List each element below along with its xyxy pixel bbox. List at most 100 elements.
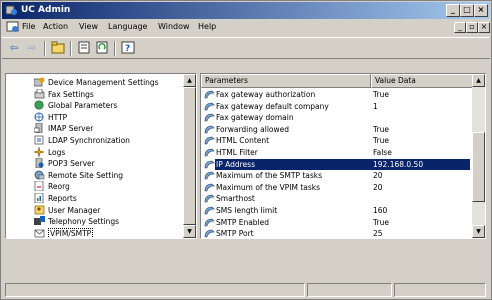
parameter-name: Maximum of the VPIM tasks: [216, 182, 321, 192]
tree-item[interactable]: User Manager: [34, 205, 100, 216]
refresh-icon[interactable]: [94, 41, 110, 56]
toolbar-separator: [114, 41, 116, 56]
reorg-icon: [34, 181, 44, 192]
parameter-value: True: [373, 136, 389, 146]
tree-item[interactable]: Logs: [34, 146, 65, 158]
tree-item-label: Reports: [48, 194, 77, 203]
table-row[interactable]: IP Address 192.168.0.50: [201, 158, 473, 170]
properties-icon[interactable]: [76, 41, 92, 56]
up-folder-icon[interactable]: [50, 41, 66, 56]
parameter-icon: [204, 183, 215, 192]
tree-item[interactable]: POP3 Server: [34, 158, 95, 169]
parameter-icon: [204, 90, 215, 99]
parameter-name: Fax gateway authorization: [216, 90, 316, 99]
parameter-value: 160: [373, 206, 388, 215]
status-bar: [5, 283, 486, 297]
child-minimize-button[interactable]: _: [454, 22, 466, 33]
menu-window[interactable]: Window: [158, 22, 190, 31]
scroll-up-button[interactable]: ▲: [183, 74, 196, 87]
title-bar[interactable]: UC Admin _ □ ×: [2, 2, 490, 19]
child-restore-button[interactable]: ▫: [466, 22, 478, 33]
table-row[interactable]: HTML Content True: [201, 135, 473, 146]
tree-item[interactable]: Reports: [34, 193, 77, 204]
tree-item[interactable]: Device Management Settings: [34, 77, 159, 88]
parameter-name: HTML Content: [216, 136, 270, 146]
console-icon: [6, 21, 19, 32]
http-icon: [34, 112, 44, 122]
column-header-value-data[interactable]: Value Data: [371, 74, 473, 88]
tree-item-label: POP3 Server: [48, 159, 95, 169]
tree-item[interactable]: HTTP: [34, 112, 67, 123]
svg-text:?: ?: [125, 44, 130, 54]
maximize-button[interactable]: □: [460, 4, 474, 17]
table-row[interactable]: Maximum of the SMTP tasks 20: [201, 170, 473, 181]
tree-item[interactable]: Fax Settings: [34, 88, 94, 100]
parameter-value: False: [373, 148, 392, 157]
tree-scrollbar[interactable]: ▲ ▼: [183, 74, 196, 238]
back-arrow-icon[interactable]: ⇦: [6, 41, 22, 56]
menu-bar: File Action View Language Window Help _ …: [2, 20, 490, 36]
parameter-value: 192.168.0.50: [373, 159, 424, 169]
reports-icon: [34, 193, 44, 203]
scroll-thumb[interactable]: [183, 87, 196, 225]
app-icon: [5, 5, 17, 15]
parameter-name: Fax gateway domain: [216, 113, 294, 123]
menu-file[interactable]: File: [22, 22, 35, 31]
scroll-down-button[interactable]: ▼: [472, 225, 485, 238]
tree-item[interactable]: LDAP Synchronization: [34, 135, 130, 146]
fax-icon: [34, 88, 45, 98]
table-row[interactable]: SMTP Port 25: [201, 228, 473, 238]
forward-arrow-icon[interactable]: ⇨: [24, 41, 40, 56]
table-row[interactable]: Maximum of the VPIM tasks 20: [201, 182, 473, 193]
tree-item-label: LDAP Synchronization: [48, 136, 130, 145]
tree-item[interactable]: Reorg: [34, 181, 70, 192]
table-row[interactable]: Fax gateway default company 1: [201, 101, 473, 112]
tree-item-label: Reorg: [48, 182, 70, 192]
scroll-thumb[interactable]: [472, 132, 485, 202]
close-button[interactable]: ×: [474, 4, 488, 17]
column-header-parameters[interactable]: Parameters: [201, 74, 371, 88]
table-row[interactable]: Smarthost: [201, 193, 473, 204]
status-cell: [394, 283, 486, 297]
globe-icon: [34, 100, 44, 110]
table-row[interactable]: SMS length limit 160: [201, 205, 473, 216]
tree-item[interactable]: Global Parameters: [34, 100, 117, 111]
scroll-down-button[interactable]: ▼: [183, 225, 196, 238]
parameter-icon: [204, 102, 215, 111]
table-row[interactable]: Forwarding allowed True: [201, 124, 473, 135]
user-manager-icon: [34, 205, 45, 214]
parameter-icon: [204, 229, 215, 238]
parameter-name: Forwarding allowed: [216, 124, 290, 134]
tree-item-label: HTTP: [48, 112, 68, 122]
remote-site-icon: [34, 170, 45, 180]
app-window: UC Admin _ □ × File Action View Language…: [0, 0, 492, 300]
parameter-name: Smarthost: [216, 194, 255, 204]
table-row[interactable]: SMTP Enabled True: [201, 217, 473, 228]
logs-icon: [34, 146, 45, 157]
menu-view[interactable]: View: [79, 22, 98, 31]
menu-help[interactable]: Help: [198, 22, 216, 31]
scroll-up-button[interactable]: ▲: [472, 74, 485, 87]
parameter-value: 1: [373, 101, 378, 111]
tree-item[interactable]: IMAP Server: [34, 123, 93, 134]
parameter-icon: [204, 206, 215, 215]
table-row[interactable]: Fax gateway authorization True: [201, 89, 473, 100]
parameter-icon: [204, 113, 215, 122]
child-close-button[interactable]: ×: [478, 22, 490, 33]
status-cell: [307, 283, 392, 297]
parameter-icon: [204, 136, 215, 145]
table-row[interactable]: Fax gateway domain: [201, 112, 473, 123]
tree-item[interactable]: VPIM/SMTP: [34, 227, 94, 238]
tree-item-label: Remote Site Setting: [48, 170, 123, 180]
tree-item[interactable]: Telephony Settings: [34, 216, 119, 227]
tree-item[interactable]: Remote Site Setting: [34, 170, 123, 181]
pop3-server-icon: [35, 158, 44, 169]
minimize-button[interactable]: _: [446, 4, 460, 17]
parameter-icon: [204, 194, 215, 203]
list-scrollbar[interactable]: ▲ ▼: [472, 74, 485, 238]
help-icon[interactable]: ?: [120, 41, 136, 56]
menu-language[interactable]: Language: [108, 22, 147, 31]
menu-action[interactable]: Action: [43, 22, 68, 31]
table-row[interactable]: HTML Filter False: [201, 147, 473, 158]
parameter-name: Maximum of the SMTP tasks: [216, 171, 323, 181]
